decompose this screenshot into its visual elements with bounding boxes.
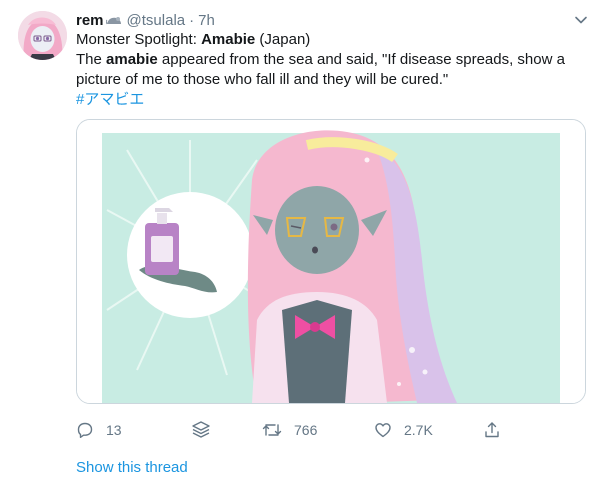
tweet-actions: 13 766 2.7K [76, 418, 586, 442]
bold-term: Amabie [201, 31, 256, 48]
avatar[interactable] [18, 11, 67, 60]
tweet-text-line-1: Monster Spotlight: Amabie (Japan) [76, 31, 311, 48]
show-thread-link[interactable]: Show this thread [76, 458, 188, 477]
heart-icon [374, 421, 392, 439]
timestamp[interactable]: 7h [198, 12, 215, 29]
handle[interactable]: @tsulala [127, 12, 186, 29]
retweet-icon [262, 421, 282, 439]
bold-term: amabie [106, 51, 158, 68]
tweet-text-line-3: picture of me to those who fall ill and … [76, 71, 449, 88]
reply-button[interactable]: 13 [76, 418, 122, 442]
reply-icon [76, 421, 94, 439]
chevron-down-icon[interactable] [573, 12, 589, 28]
amabie-illustration [77, 120, 585, 403]
stack-icon [190, 419, 212, 441]
tweet-media[interactable] [76, 119, 586, 404]
stack-button[interactable] [190, 418, 212, 442]
separator-dot: · [189, 11, 195, 29]
like-button[interactable]: 2.7K [374, 418, 433, 442]
tweet-content: rem @tsulala · 7h Monster Spotlight: Ama… [76, 10, 589, 476]
share-icon [483, 421, 501, 439]
retweet-button[interactable]: 766 [262, 418, 317, 442]
retweet-count: 766 [294, 422, 318, 438]
tweet: rem @tsulala · 7h Monster Spotlight: Ama… [0, 0, 600, 477]
reply-count: 13 [106, 422, 122, 438]
hashtag-link[interactable]: #アマビエ [76, 90, 586, 110]
share-button[interactable] [483, 418, 501, 442]
avatar-image [18, 11, 67, 60]
display-name[interactable]: rem [76, 12, 104, 29]
like-count: 2.7K [404, 422, 433, 438]
tweet-text-line-2: The amabie appeared from the sea and sai… [76, 51, 565, 68]
rat-emoji-icon [105, 14, 122, 26]
tweet-header: rem @tsulala · 7h [76, 10, 586, 30]
